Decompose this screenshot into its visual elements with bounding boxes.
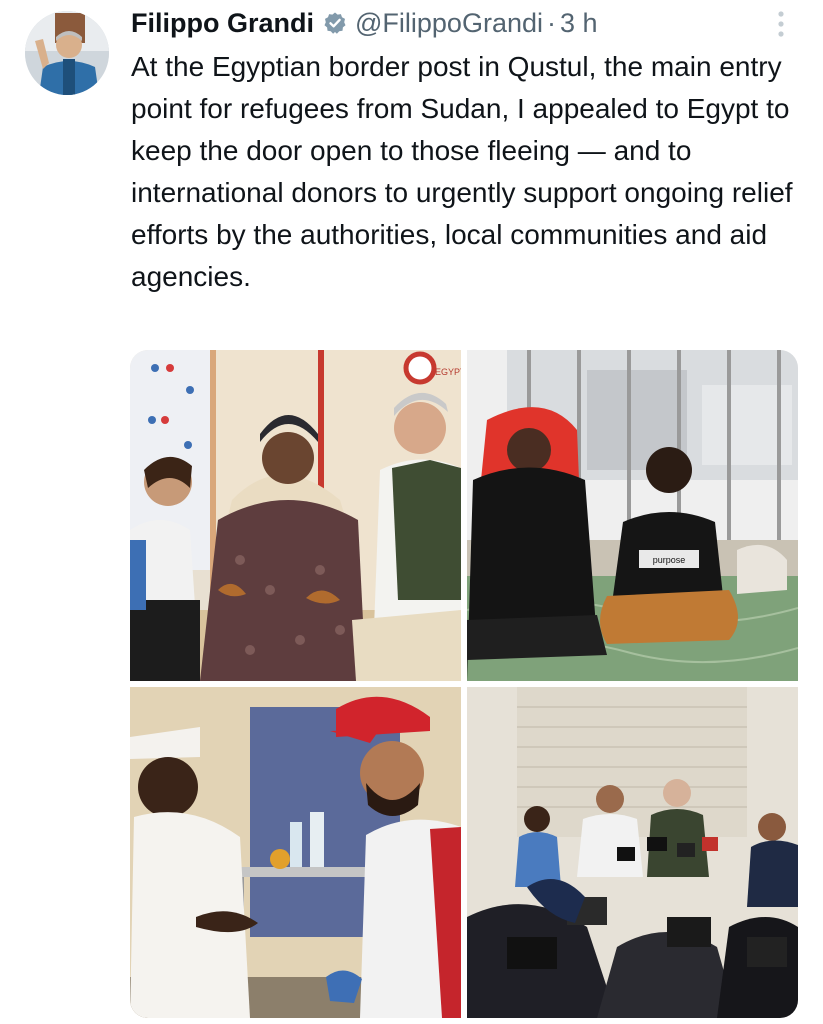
tweet-media-grid: EGYPT: [130, 350, 798, 1018]
author-avatar[interactable]: [25, 11, 109, 95]
tweet-photo-1[interactable]: EGYPT: [130, 350, 461, 681]
tent-sign-text: EGYPT: [435, 367, 461, 377]
author-handle[interactable]: @FilippoGrandi: [355, 8, 543, 39]
tweet-photo-2[interactable]: purpose: [467, 350, 798, 681]
verified-badge-icon: [323, 11, 347, 35]
tweet-header: Filippo Grandi @FilippoGrandi · 3 h: [131, 6, 751, 40]
more-options-icon[interactable]: [766, 9, 796, 39]
author-name[interactable]: Filippo Grandi: [131, 8, 314, 39]
tshirt-text: purpose: [653, 555, 686, 565]
header-separator: ·: [547, 7, 556, 38]
tweet-text: At the Egyptian border post in Qustul, t…: [131, 51, 793, 292]
tweet-photo-4[interactable]: [467, 687, 798, 1018]
tweet-timestamp[interactable]: 3 h: [560, 8, 598, 39]
tweet-photo-3[interactable]: [130, 687, 461, 1018]
